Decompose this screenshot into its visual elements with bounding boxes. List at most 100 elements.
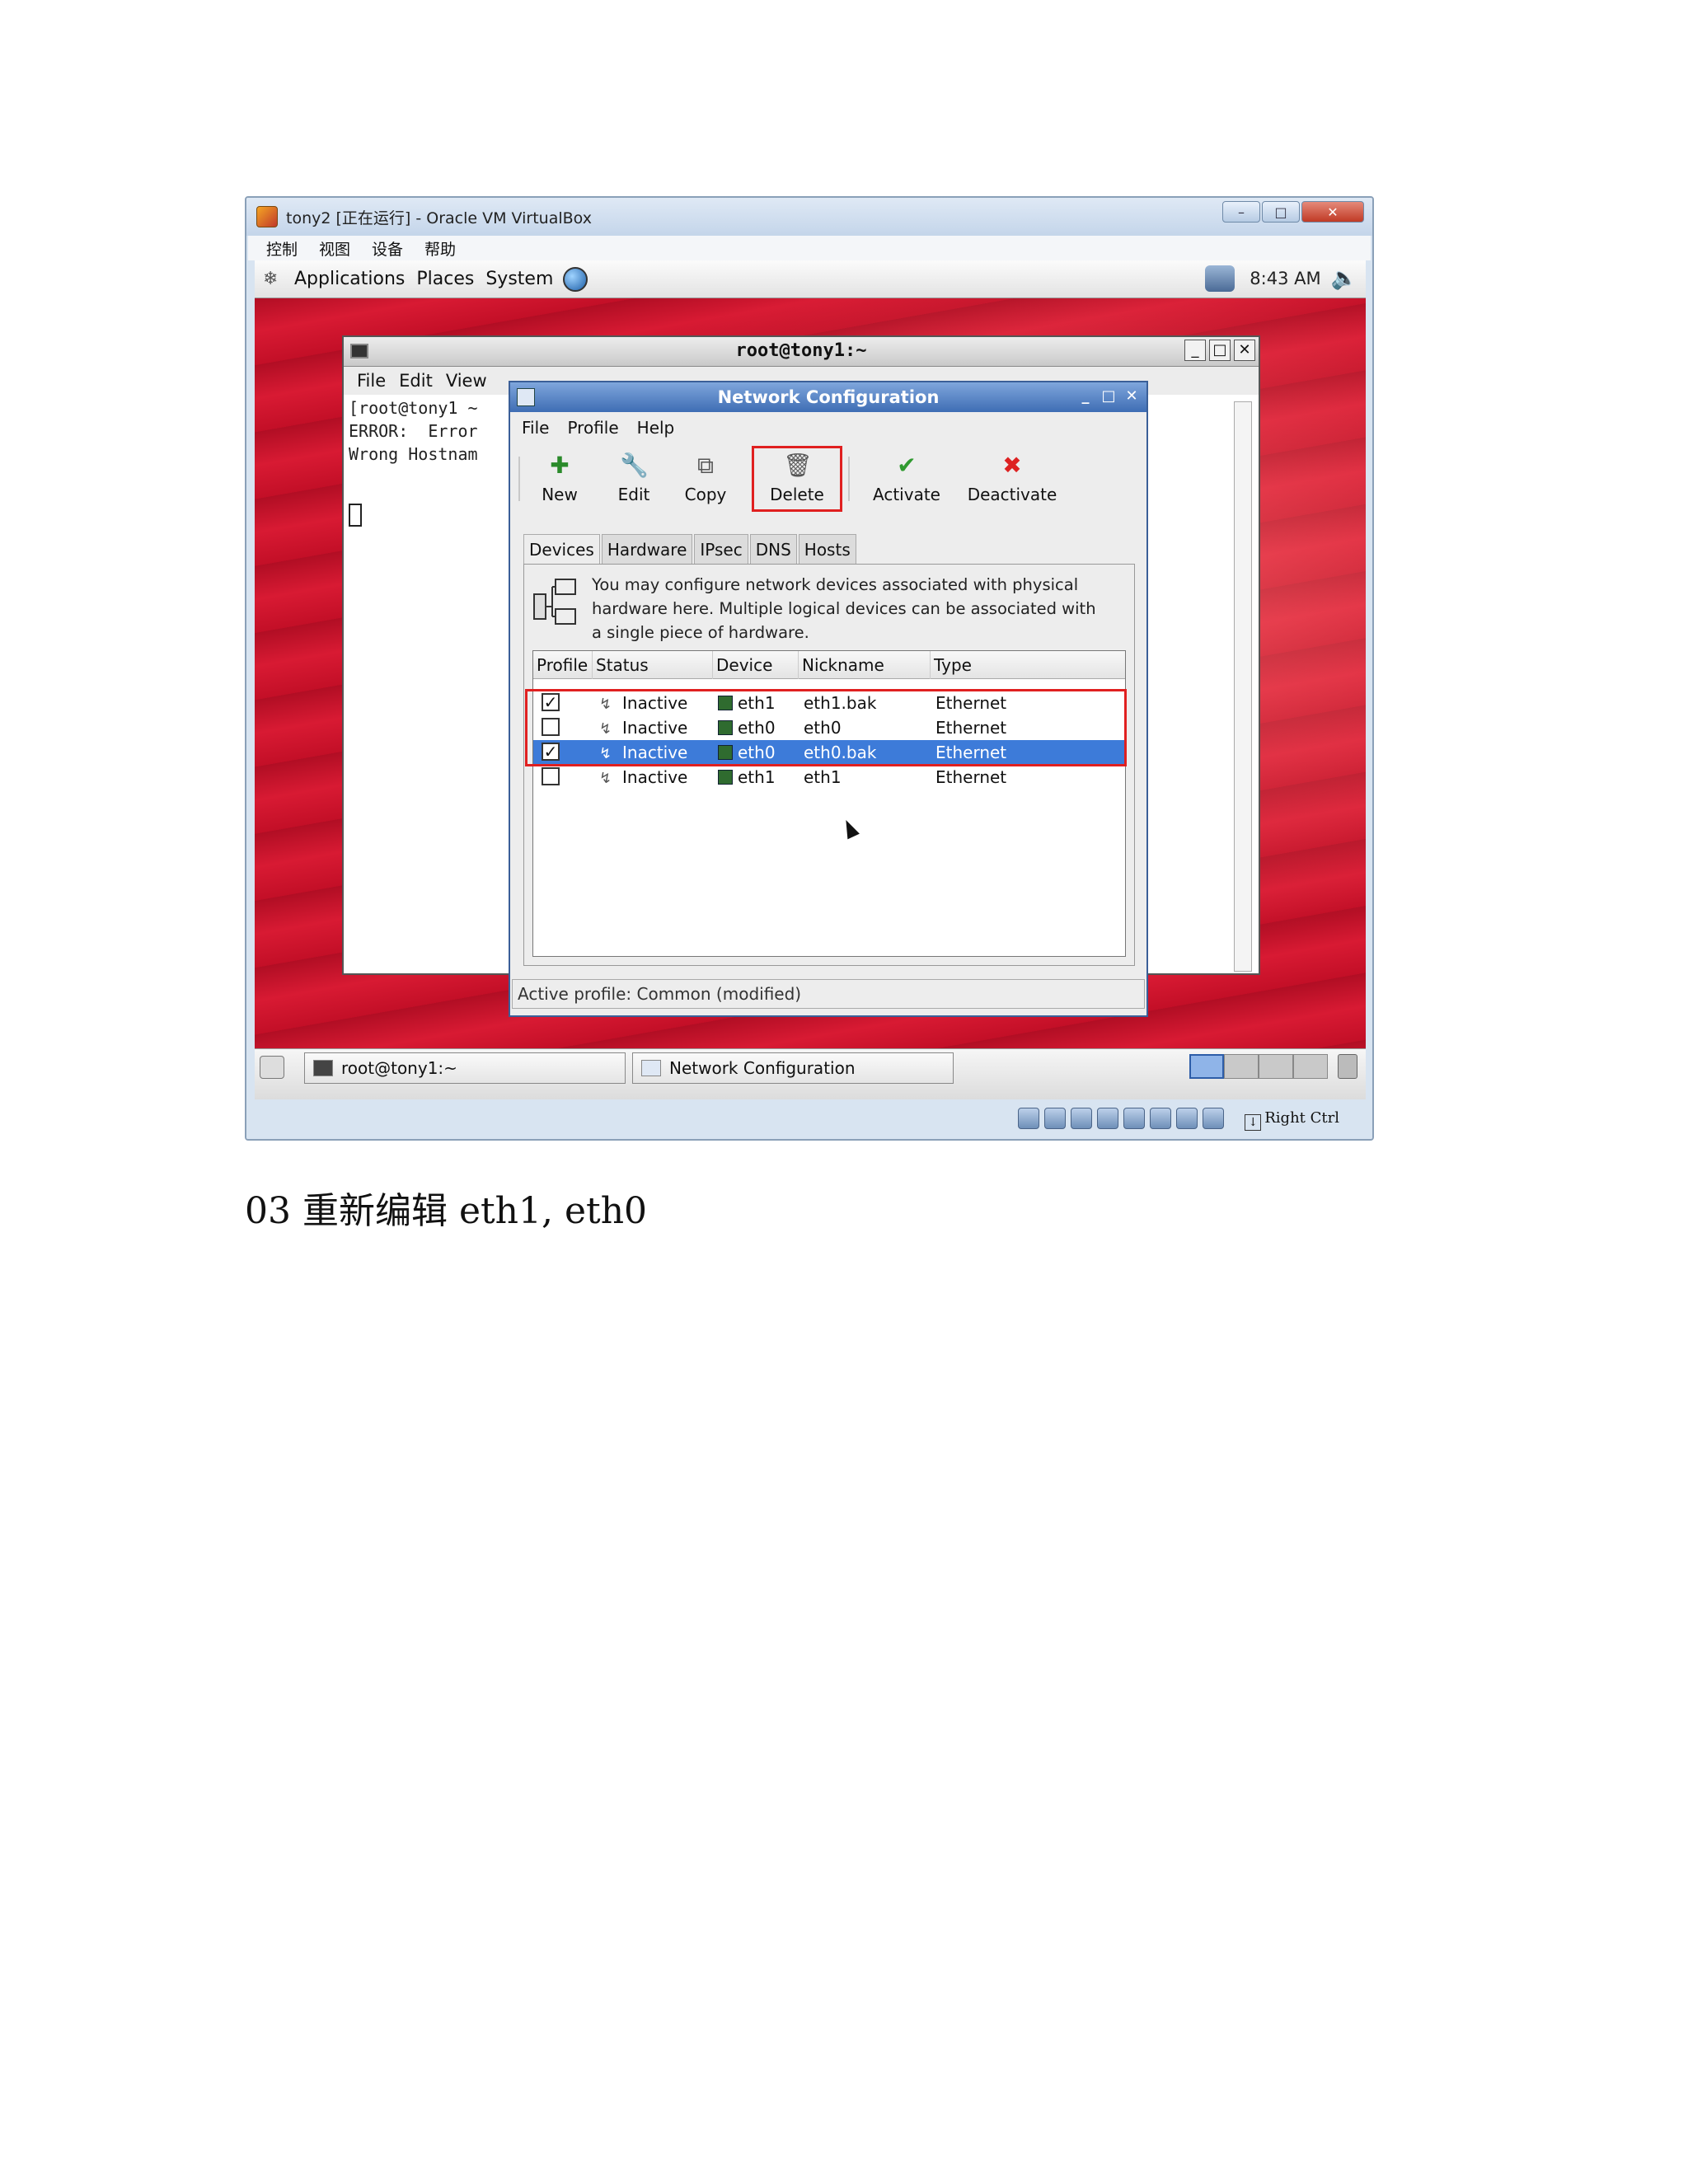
tab-ipsec[interactable]: IPsec xyxy=(694,534,748,565)
cross-icon: ✖ xyxy=(1002,452,1022,479)
shared-folders-icon[interactable] xyxy=(1123,1108,1145,1129)
workspace-4[interactable] xyxy=(1293,1054,1328,1079)
row-device: eth0 xyxy=(738,718,776,738)
terminal-minimize-button[interactable]: _ xyxy=(1184,340,1206,361)
activate-button[interactable]: ✔ Activate xyxy=(868,448,945,509)
places-menu[interactable]: Places xyxy=(416,269,474,289)
network-status-icon[interactable] xyxy=(1205,265,1236,292)
display-icon[interactable] xyxy=(1150,1108,1171,1129)
netconfig-menu-help[interactable]: Help xyxy=(637,418,675,438)
menu-help[interactable]: 帮助 xyxy=(424,237,456,260)
optical-drive-icon[interactable] xyxy=(1044,1108,1066,1129)
network-icon[interactable] xyxy=(1097,1108,1118,1129)
caption-text: 03 重新编辑 eth1, eth0 xyxy=(245,1190,648,1232)
column-status[interactable]: Status xyxy=(593,651,713,679)
vbox-window-title: tony2 [正在运行] - Oracle VM VirtualBox xyxy=(286,209,592,227)
row-type: Ethernet xyxy=(935,693,1007,713)
terminal-menu-edit[interactable]: Edit xyxy=(399,371,433,391)
copy-button[interactable]: ⧉ Copy xyxy=(680,448,731,509)
inactive-status-icon: ↯ xyxy=(599,696,612,713)
netconfig-menu-file[interactable]: File xyxy=(522,418,549,438)
recording-icon[interactable] xyxy=(1176,1108,1198,1129)
profile-checkbox[interactable]: ✓ xyxy=(542,693,560,711)
table-row-selected[interactable]: ✓ ↯ Inactive eth0 eth0.bak Ethernet xyxy=(533,740,1125,765)
terminal-menu-file[interactable]: File xyxy=(357,371,386,391)
terminal-cursor xyxy=(349,504,362,527)
menu-devices[interactable]: 设备 xyxy=(372,237,403,260)
web-browser-icon[interactable] xyxy=(563,266,588,292)
table-row[interactable]: ↯ Inactive eth0 eth0 Ethernet xyxy=(533,715,1125,740)
vbox-menu-bar: 控制 视图 设备 帮助 xyxy=(248,236,1371,260)
down-arrow-icon: ↓ xyxy=(1245,1114,1262,1131)
tab-hardware[interactable]: Hardware xyxy=(601,534,693,565)
inactive-status-icon: ↯ xyxy=(599,745,612,762)
column-profile[interactable]: Profile xyxy=(533,651,593,679)
volume-icon[interactable]: 🔈 xyxy=(1331,266,1357,291)
workspace-1[interactable] xyxy=(1189,1054,1224,1079)
terminal-close-button[interactable]: ✕ xyxy=(1234,340,1255,361)
network-configuration-window[interactable]: Network Configuration _ □ ✕ File Profile… xyxy=(509,381,1148,1017)
network-card-icon xyxy=(718,696,733,710)
close-button[interactable]: ✕ xyxy=(1301,201,1364,223)
workspace-3[interactable] xyxy=(1259,1054,1293,1079)
device-list-header: Profile Status Device Nickname Type xyxy=(533,651,1125,679)
netconfig-minimize-button[interactable]: _ xyxy=(1076,387,1095,407)
taskbar-network-configuration[interactable]: Network Configuration xyxy=(632,1052,954,1084)
tab-devices[interactable]: Devices xyxy=(523,534,600,567)
terminal-scrollbar[interactable] xyxy=(1234,401,1252,972)
profile-checkbox[interactable]: ✓ xyxy=(542,743,560,761)
terminal-menu-view[interactable]: View xyxy=(446,371,487,391)
virtualbox-app-icon xyxy=(256,206,278,227)
table-row[interactable]: ✓ ↯ Inactive eth1 eth1.bak Ethernet xyxy=(533,691,1125,715)
device-list[interactable]: Profile Status Device Nickname Type ✓ ↯ I… xyxy=(525,650,1127,957)
trash-icon[interactable] xyxy=(1338,1054,1357,1079)
menu-view[interactable]: 视图 xyxy=(319,237,350,260)
taskbar-terminal[interactable]: root@tony1:~ xyxy=(304,1052,626,1084)
mouse-pointer-icon xyxy=(840,817,860,840)
mouse-integration-icon[interactable] xyxy=(1203,1108,1224,1129)
workspace-2[interactable] xyxy=(1224,1054,1259,1079)
delete-button[interactable]: 🗑 Delete xyxy=(752,446,842,512)
show-desktop-icon[interactable] xyxy=(260,1056,284,1079)
inactive-status-icon: ↯ xyxy=(599,770,612,787)
row-nickname: eth1.bak xyxy=(804,693,877,713)
maximize-button[interactable]: □ xyxy=(1262,201,1300,223)
new-button[interactable]: ✚ New xyxy=(537,448,583,509)
column-device[interactable]: Device xyxy=(713,651,799,679)
profile-checkbox[interactable] xyxy=(542,767,560,785)
row-status: Inactive xyxy=(622,718,688,738)
netconfig-tabs: Devices Hardware IPsec DNS Hosts xyxy=(523,534,858,567)
table-row[interactable]: ↯ Inactive eth1 eth1 Ethernet xyxy=(533,765,1125,790)
applications-menu[interactable]: Applications xyxy=(294,269,405,289)
netconfig-title: Network Configuration xyxy=(717,387,940,407)
hard-disk-icon[interactable] xyxy=(1018,1108,1039,1129)
vbox-title-bar[interactable]: tony2 [正在运行] - Oracle VM VirtualBox – □ … xyxy=(246,198,1372,236)
netconfig-close-button[interactable]: ✕ xyxy=(1122,387,1142,407)
deactivate-button[interactable]: ✖ Deactivate xyxy=(962,448,1062,509)
gnome-foot-icon: ❄ xyxy=(263,268,279,289)
checkmark-icon: ✔ xyxy=(897,452,917,479)
system-menu[interactable]: System xyxy=(485,269,553,289)
usb-icon[interactable] xyxy=(1071,1108,1092,1129)
tab-dns[interactable]: DNS xyxy=(749,534,797,565)
netconfig-toolbar: ✚ New 🔧 Edit ⧉ Copy 🗑 Delete ✔ Activate … xyxy=(518,446,1137,512)
workspace-switcher[interactable] xyxy=(1189,1054,1328,1079)
edit-button[interactable]: 🔧 Edit xyxy=(612,448,655,509)
tab-hosts[interactable]: Hosts xyxy=(798,534,856,565)
guest-screen[interactable]: ❄ Applications Places System 8:43 AM 🔈 r… xyxy=(255,260,1366,1099)
netconfig-menu-profile[interactable]: Profile xyxy=(567,418,618,438)
column-nickname[interactable]: Nickname xyxy=(799,651,931,679)
netconfig-maximize-button[interactable]: □ xyxy=(1099,387,1118,407)
panel-clock[interactable]: 8:43 AM xyxy=(1250,269,1320,288)
terminal-maximize-button[interactable]: □ xyxy=(1209,340,1231,361)
column-type[interactable]: Type xyxy=(931,651,1125,679)
row-type: Ethernet xyxy=(935,767,1007,787)
taskbar-netconfig-label: Network Configuration xyxy=(669,1058,856,1078)
profile-checkbox[interactable] xyxy=(542,718,560,736)
menu-control[interactable]: 控制 xyxy=(266,237,298,260)
netconfig-menu-bar: File Profile Help xyxy=(510,412,1146,443)
minimize-button[interactable]: – xyxy=(1222,201,1260,223)
network-card-icon xyxy=(718,720,733,735)
terminal-title-bar[interactable]: root@tony1:~ _ □ ✕ xyxy=(344,337,1259,367)
netconfig-title-bar[interactable]: Network Configuration _ □ ✕ xyxy=(510,382,1146,412)
